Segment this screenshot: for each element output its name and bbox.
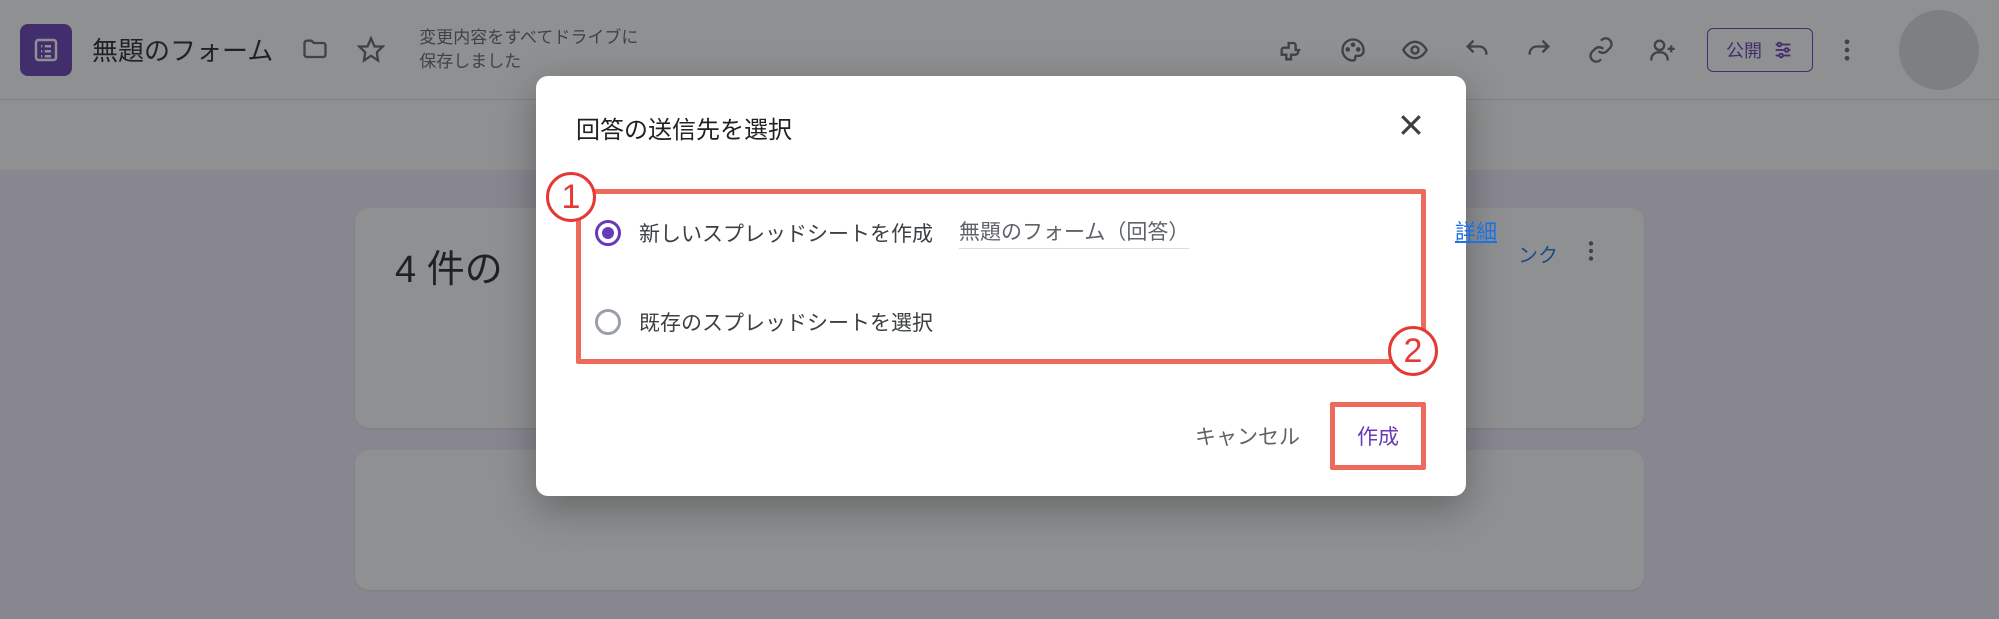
new-spreadsheet-name-input[interactable]: 無題のフォーム（回答） <box>959 216 1189 249</box>
create-button[interactable]: 作成 <box>1335 407 1421 465</box>
response-destination-dialog: 回答の送信先を選択 新しいスプレッドシートを作成 無題のフォーム（回答） 既存の… <box>536 76 1466 496</box>
close-button[interactable] <box>1396 110 1426 145</box>
option-existing-spreadsheet[interactable]: 既存のスプレッドシートを選択 <box>595 299 1407 345</box>
option-existing-label: 既存のスプレッドシートを選択 <box>639 307 933 337</box>
destination-options: 新しいスプレッドシートを作成 無題のフォーム（回答） 既存のスプレッドシートを選… <box>576 189 1426 364</box>
option-new-spreadsheet[interactable]: 新しいスプレッドシートを作成 無題のフォーム（回答） <box>595 208 1407 257</box>
details-link[interactable]: 詳細 <box>1455 216 1497 246</box>
dialog-actions: キャンセル 作成 <box>576 402 1426 470</box>
option-new-label: 新しいスプレッドシートを作成 <box>639 218 933 248</box>
dialog-title: 回答の送信先を選択 <box>576 110 792 145</box>
annotation-badge-2: 2 <box>1388 326 1438 376</box>
create-button-highlight: 作成 <box>1330 402 1426 470</box>
radio-selected-icon <box>595 220 621 246</box>
radio-unselected-icon <box>595 309 621 335</box>
close-icon <box>1396 110 1426 140</box>
annotation-badge-1: 1 <box>546 172 596 222</box>
cancel-button[interactable]: キャンセル <box>1175 407 1320 465</box>
